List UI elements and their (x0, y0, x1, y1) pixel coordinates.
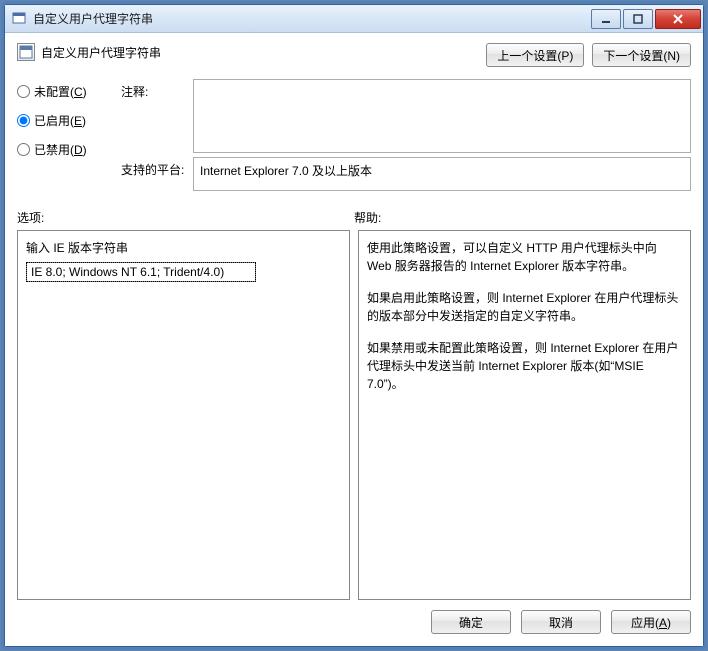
client-area: 自定义用户代理字符串 上一个设置(P) 下一个设置(N) 未配置(C) 已启用(… (5, 33, 703, 646)
options-section-label: 选项: (17, 209, 354, 226)
app-icon (11, 11, 27, 27)
help-panel: 使用此策略设置，可以自定义 HTTP 用户代理标头中向 Web 服务器报告的 I… (358, 230, 691, 600)
policy-icon (17, 43, 35, 61)
help-paragraph: 如果启用此策略设置，则 Internet Explorer 在用户代理标头的版本… (367, 289, 682, 325)
radio-enabled-label[interactable]: 已启用(E) (34, 112, 86, 129)
help-paragraph: 使用此策略设置，可以自定义 HTTP 用户代理标头中向 Web 服务器报告的 I… (367, 239, 682, 275)
radio-not-configured[interactable] (17, 85, 30, 98)
next-setting-button[interactable]: 下一个设置(N) (592, 43, 691, 67)
previous-setting-button[interactable]: 上一个设置(P) (486, 43, 584, 67)
minimize-button[interactable] (591, 9, 621, 29)
state-radios: 未配置(C) 已启用(E) 已禁用(D) (17, 79, 121, 191)
help-section-label: 帮助: (354, 209, 691, 226)
comment-textarea[interactable] (193, 79, 691, 153)
help-paragraph: 如果禁用或未配置此策略设置，则 Internet Explorer 在用户代理标… (367, 339, 682, 393)
ie-version-string-input[interactable] (26, 262, 256, 282)
config-row: 未配置(C) 已启用(E) 已禁用(D) 注释: 支持的平台: (17, 79, 691, 191)
dialog-window: 自定义用户代理字符串 自定义用户代理字符串 上一个设置(P) 下一个 (4, 4, 704, 647)
options-field-label: 输入 IE 版本字符串 (26, 239, 341, 256)
supported-on-value[interactable]: Internet Explorer 7.0 及以上版本 (193, 157, 691, 191)
titlebar[interactable]: 自定义用户代理字符串 (5, 5, 703, 33)
window-title: 自定义用户代理字符串 (33, 10, 153, 27)
page-title: 自定义用户代理字符串 (41, 44, 161, 61)
apply-button[interactable]: 应用(A) (611, 610, 691, 634)
radio-enabled[interactable] (17, 114, 30, 127)
radio-disabled-label[interactable]: 已禁用(D) (34, 141, 87, 158)
maximize-button[interactable] (623, 9, 653, 29)
header-row: 自定义用户代理字符串 上一个设置(P) 下一个设置(N) (17, 43, 691, 67)
ok-button[interactable]: 确定 (431, 610, 511, 634)
radio-disabled[interactable] (17, 143, 30, 156)
supported-on-label: 支持的平台: (121, 157, 193, 178)
close-button[interactable] (655, 9, 701, 29)
cancel-button[interactable]: 取消 (521, 610, 601, 634)
footer-buttons: 确定 取消 应用(A) (17, 610, 691, 634)
comment-label: 注释: (121, 79, 193, 100)
radio-not-configured-label[interactable]: 未配置(C) (34, 83, 87, 100)
window-controls (589, 9, 701, 29)
options-panel: 输入 IE 版本字符串 (17, 230, 350, 600)
